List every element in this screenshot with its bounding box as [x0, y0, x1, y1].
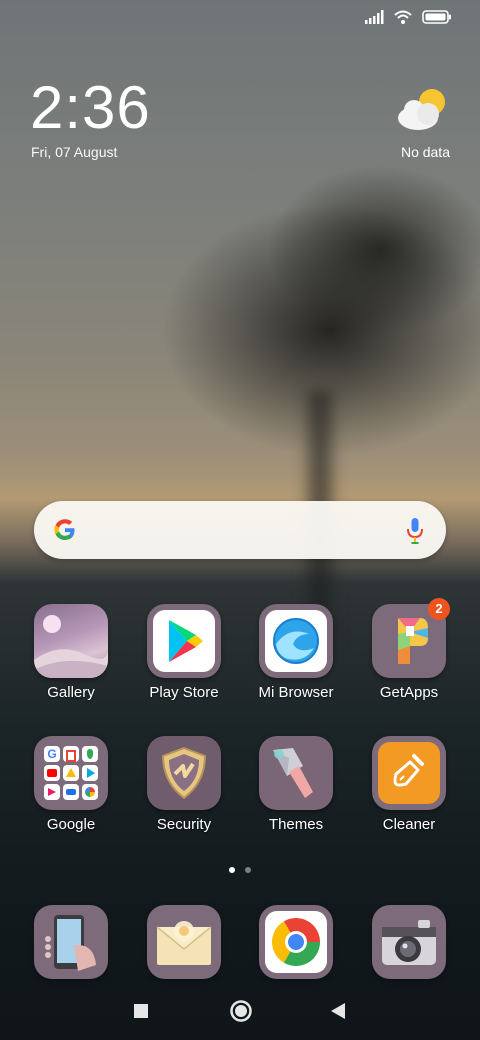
- app-getapps[interactable]: 2 GetApps: [359, 598, 459, 701]
- dock-messages[interactable]: [134, 905, 234, 979]
- wifi-icon: [394, 10, 412, 24]
- partly-cloudy-icon[interactable]: [396, 88, 450, 137]
- weather-status[interactable]: No data: [401, 144, 450, 160]
- gallery-icon: [34, 604, 108, 678]
- camera-icon: [372, 905, 446, 979]
- navigation-bar: [0, 996, 480, 1026]
- page-dot-active[interactable]: [229, 867, 235, 873]
- themes-icon: [259, 736, 333, 810]
- google-search-bar[interactable]: [34, 501, 446, 559]
- dock-chrome[interactable]: [246, 905, 346, 979]
- signal-bars-icon: [364, 10, 384, 24]
- app-label: Themes: [268, 816, 324, 833]
- app-label: GetApps: [379, 684, 439, 701]
- app-label: Mi Browser: [258, 684, 334, 701]
- phone-icon: [34, 905, 108, 979]
- chrome-icon: [259, 905, 333, 979]
- google-g-icon: [52, 517, 78, 548]
- play-store-icon: [147, 604, 221, 678]
- app-security[interactable]: Security: [134, 736, 234, 833]
- app-label: Gallery: [47, 684, 95, 701]
- app-mi-browser[interactable]: Mi Browser: [246, 604, 346, 701]
- page-dot[interactable]: [245, 867, 251, 873]
- app-label: Play Store: [149, 684, 219, 701]
- dock-camera[interactable]: [359, 905, 459, 979]
- app-label: Security: [156, 816, 212, 833]
- clock-date[interactable]: Fri, 07 August: [31, 144, 117, 160]
- home-circle-icon[interactable]: [229, 996, 253, 1031]
- recents-square-icon[interactable]: [133, 996, 149, 1031]
- dock-phone[interactable]: [21, 905, 121, 979]
- app-google-folder[interactable]: G Google: [21, 736, 121, 833]
- app-cleaner[interactable]: Cleaner: [359, 736, 459, 833]
- app-label: Cleaner: [382, 816, 436, 833]
- app-play-store[interactable]: Play Store: [134, 604, 234, 701]
- google-folder-icon: G: [34, 736, 108, 810]
- page-indicator: [229, 867, 251, 873]
- notification-badge: 2: [428, 598, 450, 620]
- security-icon: [147, 736, 221, 810]
- battery-icon: [422, 10, 452, 24]
- mi-browser-icon: [259, 604, 333, 678]
- messages-icon: [147, 905, 221, 979]
- app-themes[interactable]: Themes: [246, 736, 346, 833]
- cleaner-icon: [372, 736, 446, 810]
- app-label: Google: [46, 816, 96, 833]
- clock-time[interactable]: 2:36: [30, 78, 151, 138]
- mic-icon[interactable]: [406, 517, 424, 550]
- back-triangle-icon[interactable]: [330, 996, 346, 1031]
- status-bar: [364, 10, 452, 24]
- app-gallery[interactable]: Gallery: [21, 604, 121, 701]
